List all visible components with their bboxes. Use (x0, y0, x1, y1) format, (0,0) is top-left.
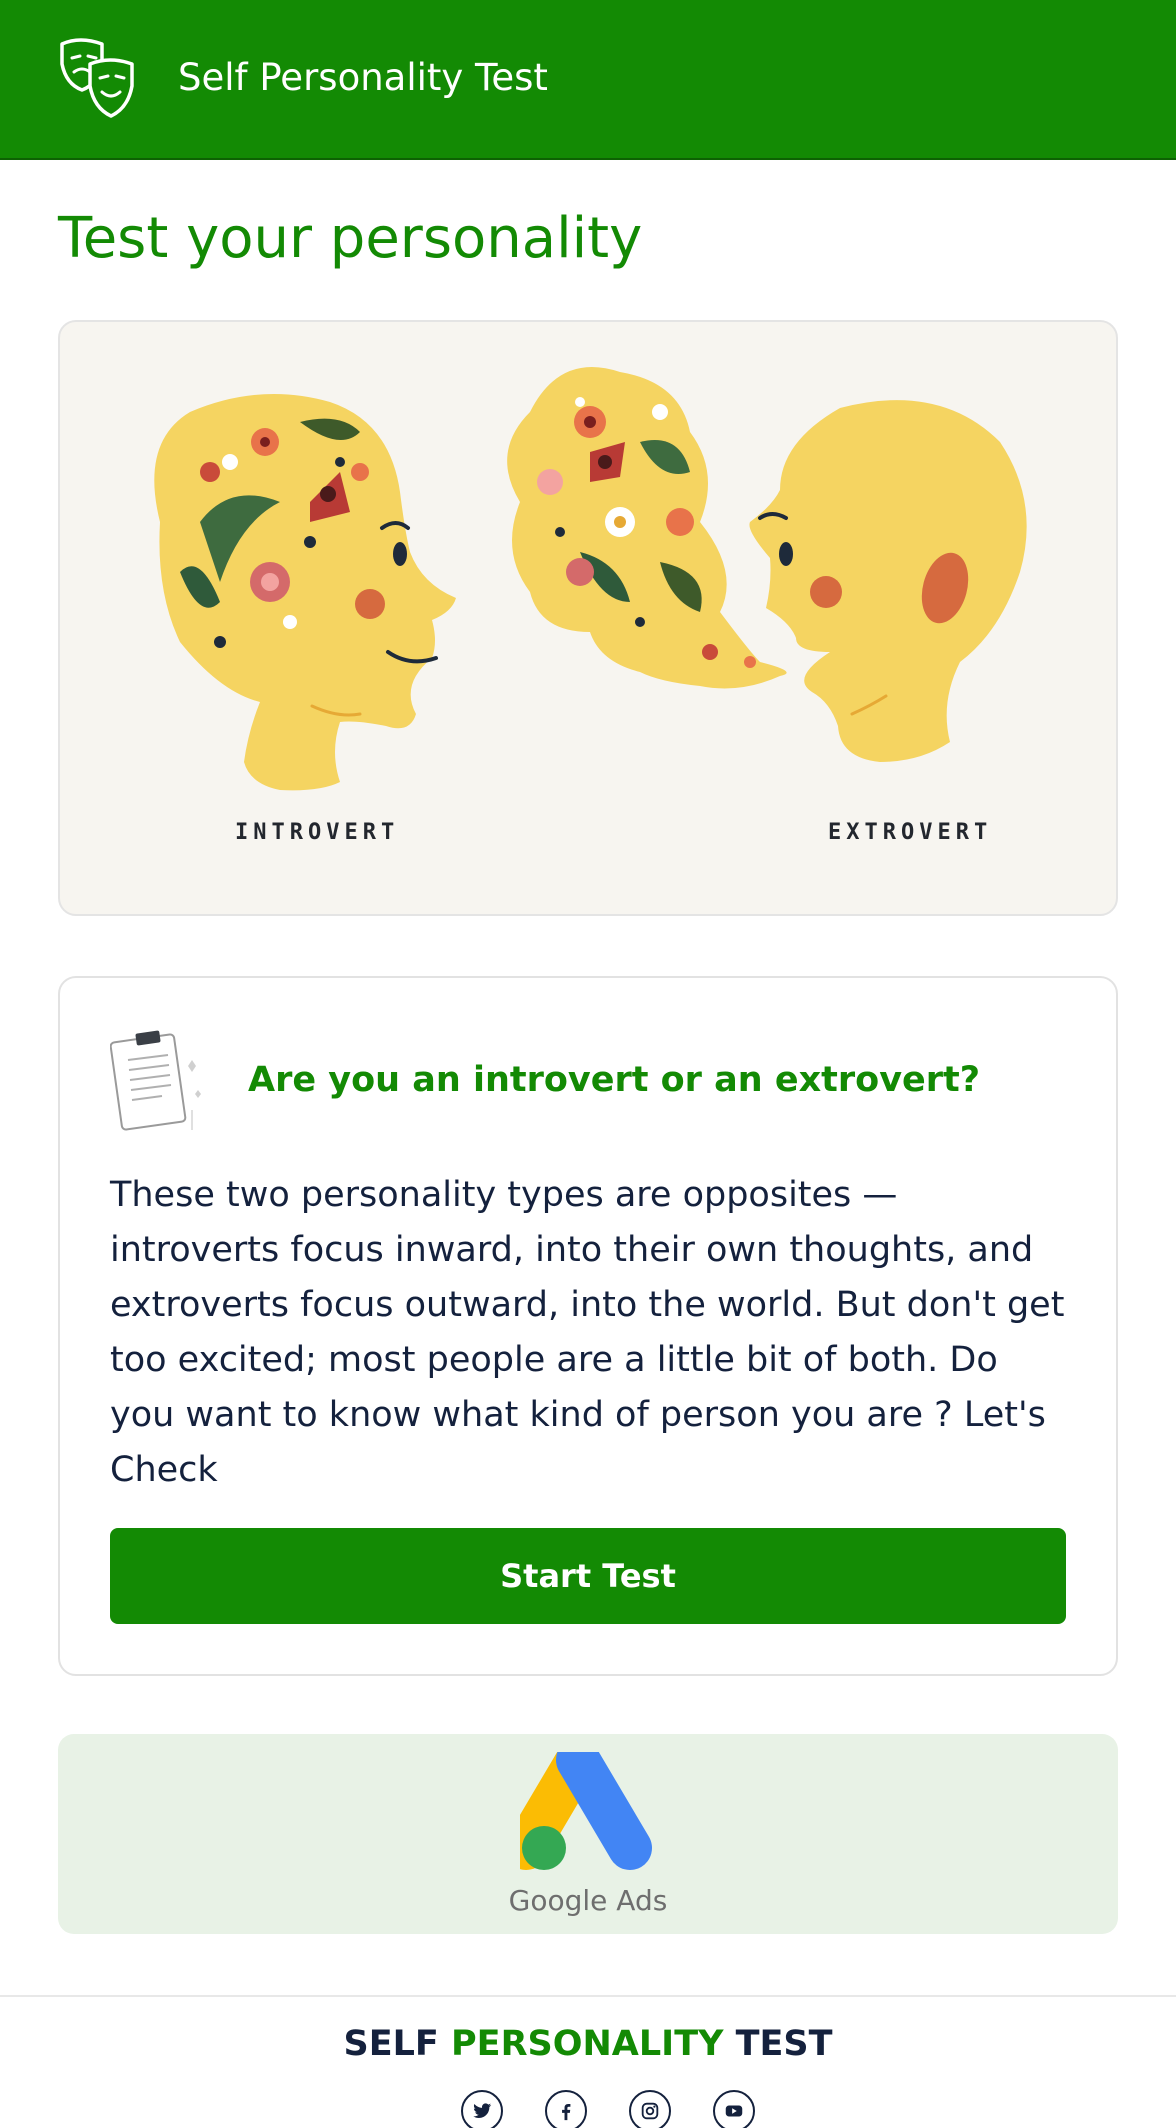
introvert-label: INTROVERT (235, 820, 400, 845)
card-description: These two personality types are opposite… (110, 1175, 1065, 1490)
page-title: Test your personality (58, 206, 643, 271)
footer-brand-self: SELF (343, 2024, 452, 2064)
theater-masks-icon[interactable] (58, 38, 140, 120)
footer-brand-accent: PERSONALITY (451, 2024, 724, 2064)
ad-banner[interactable]: Google Ads (58, 1734, 1118, 1934)
quiz-intro-card: Are you an introvert or an extrovert? Th… (58, 976, 1118, 1676)
facebook-icon[interactable] (545, 2090, 587, 2128)
extrovert-label: EXTROVERT (828, 820, 993, 845)
footer-brand-test: TEST (723, 2024, 833, 2064)
ad-label: Google Ads (508, 1884, 668, 1917)
app-title[interactable]: Self Personality Test (178, 56, 548, 99)
hero-illustration: INTROVERT EXTROVERT (58, 320, 1118, 916)
twitter-icon[interactable] (461, 2090, 503, 2128)
google-ads-logo (520, 1752, 652, 1870)
footer-brand: SELF PERSONALITY TEST (0, 2024, 1176, 2064)
youtube-icon[interactable] (713, 2090, 755, 2128)
card-title: Are you an introvert or an extrovert? (248, 1060, 981, 1100)
start-test-button[interactable]: Start Test (110, 1528, 1066, 1624)
footer-divider (0, 1995, 1176, 1997)
instagram-icon[interactable] (629, 2090, 671, 2128)
clipboard-icon (110, 1030, 201, 1131)
app-header: Self Personality Test (0, 0, 1176, 160)
